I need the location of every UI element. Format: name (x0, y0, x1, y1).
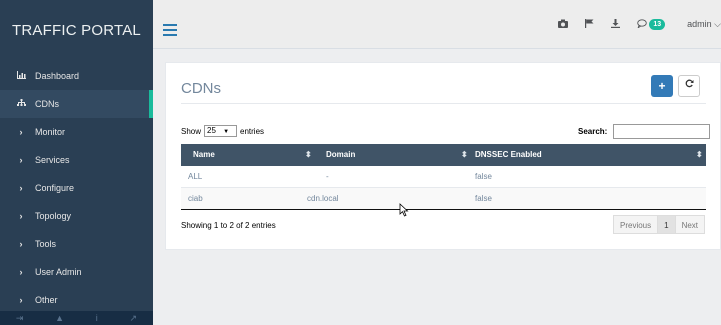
chevron-right-icon: › (19, 127, 23, 137)
table-row[interactable]: ALL - false (181, 166, 706, 188)
cell-name: ciab (188, 194, 203, 203)
chevron-right-icon: › (19, 155, 23, 165)
cell-dnssec: false (475, 172, 492, 181)
show-label: Show (181, 126, 202, 136)
chevron-down-icon: ⌵ (714, 19, 721, 29)
notifications[interactable]: 13 (637, 19, 666, 30)
column-header-name[interactable]: Name (193, 144, 215, 166)
next-page-button[interactable]: Next (674, 215, 706, 234)
column-header-dnssec[interactable]: DNSSEC Enabled (475, 144, 542, 166)
chevron-right-icon: › (19, 211, 23, 221)
refresh-button[interactable] (678, 75, 700, 97)
sidebar-item-label: Other (35, 295, 58, 305)
page-1-button[interactable]: 1 (657, 215, 676, 234)
caret-down-icon: ▼ (223, 129, 230, 135)
top-nav-actions: 13 admin ⌵ (558, 0, 721, 49)
sitemap-icon (15, 99, 27, 109)
sidebar-item-label: Topology (35, 211, 72, 221)
cell-domain: cdn.local (307, 194, 339, 203)
sidebar-item-topology[interactable]: › Topology (0, 202, 153, 230)
download-icon[interactable] (611, 18, 621, 31)
column-header-domain[interactable]: Domain (326, 144, 355, 166)
pagination: Previous 1 Next (613, 215, 706, 234)
sort-icon[interactable]: ⬍ (696, 144, 703, 166)
external-link-icon[interactable]: ↗ (130, 313, 138, 324)
sidebar-item-label: Dashboard (35, 71, 80, 81)
user-name: admin (687, 19, 712, 29)
sidebar-item-tools[interactable]: › Tools (0, 230, 153, 258)
camera-icon[interactable] (558, 19, 569, 31)
entries-label: entries (240, 126, 265, 136)
logout-icon[interactable]: ⇥ (16, 313, 24, 324)
user-menu[interactable]: admin ⌵ (687, 19, 721, 30)
flag-icon[interactable] (585, 18, 594, 31)
sidebar-item-dashboard[interactable]: Dashboard (0, 62, 153, 90)
mouse-cursor-icon (399, 203, 409, 217)
page-length-select[interactable]: 25 ▼ (204, 125, 238, 137)
cell-name: ALL (188, 172, 203, 181)
top-nav-bar: 13 admin ⌵ (153, 0, 721, 49)
chevron-right-icon: › (19, 267, 23, 277)
bar-chart-icon (15, 71, 27, 81)
table-info: Showing 1 to 2 of 2 entries (181, 221, 276, 230)
table-row[interactable]: ciab cdn.local false (181, 188, 706, 210)
table-header: Name ⬍ Domain ⬍ DNSSEC Enabled ⬍ (181, 144, 706, 166)
chevron-right-icon: › (19, 295, 23, 305)
sidebar-item-configure[interactable]: › Configure (0, 174, 153, 202)
sidebar-item-user-admin[interactable]: › User Admin (0, 258, 153, 286)
sidebar-item-label: Services (35, 155, 70, 165)
page-title: CDNs (181, 80, 221, 97)
chevron-right-icon: › (19, 239, 23, 249)
cell-domain: - (326, 172, 329, 181)
cdns-panel: CDNs + Show 25 ▼ entries Search: Name ⬍ … (165, 62, 721, 250)
menu-toggle-icon[interactable] (163, 24, 177, 39)
search-control: Search: (578, 124, 711, 139)
page-length-value: 25 (207, 126, 216, 135)
info-icon[interactable]: i (96, 313, 98, 323)
user-icon[interactable]: ▲ (55, 313, 64, 323)
notification-count-badge: 13 (649, 19, 666, 30)
cell-dnssec: false (475, 194, 492, 203)
comment-icon (637, 19, 648, 30)
plus-icon: + (658, 79, 666, 93)
title-divider (181, 103, 706, 104)
sidebar-item-other[interactable]: › Other (0, 286, 153, 314)
sidebar-item-label: CDNs (35, 99, 59, 109)
add-cdn-button[interactable]: + (651, 75, 673, 97)
refresh-icon (685, 79, 694, 91)
search-label: Search: (578, 127, 608, 136)
previous-page-button[interactable]: Previous (613, 215, 659, 234)
sidebar-item-services[interactable]: › Services (0, 146, 153, 174)
chevron-right-icon: › (19, 183, 23, 193)
sidebar-item-label: Configure (35, 183, 75, 193)
sidebar-item-label: Monitor (35, 127, 66, 137)
sidebar-item-label: User Admin (35, 267, 82, 277)
brand-title[interactable]: TRAFFIC PORTAL (0, 0, 153, 62)
sort-icon[interactable]: ⬍ (461, 144, 468, 166)
page-length-control: Show 25 ▼ entries (181, 125, 264, 137)
sidebar-footer: ⇥ ▲ i ↗ (0, 311, 153, 325)
sort-icon[interactable]: ⬍ (305, 144, 312, 166)
sidebar-item-cdns[interactable]: CDNs (0, 90, 153, 118)
sidebar-item-label: Tools (35, 239, 57, 249)
sidebar: TRAFFIC PORTAL Dashboard CDNs › Monitor … (0, 0, 153, 325)
search-input[interactable] (613, 124, 711, 139)
sidebar-item-monitor[interactable]: › Monitor (0, 118, 153, 146)
